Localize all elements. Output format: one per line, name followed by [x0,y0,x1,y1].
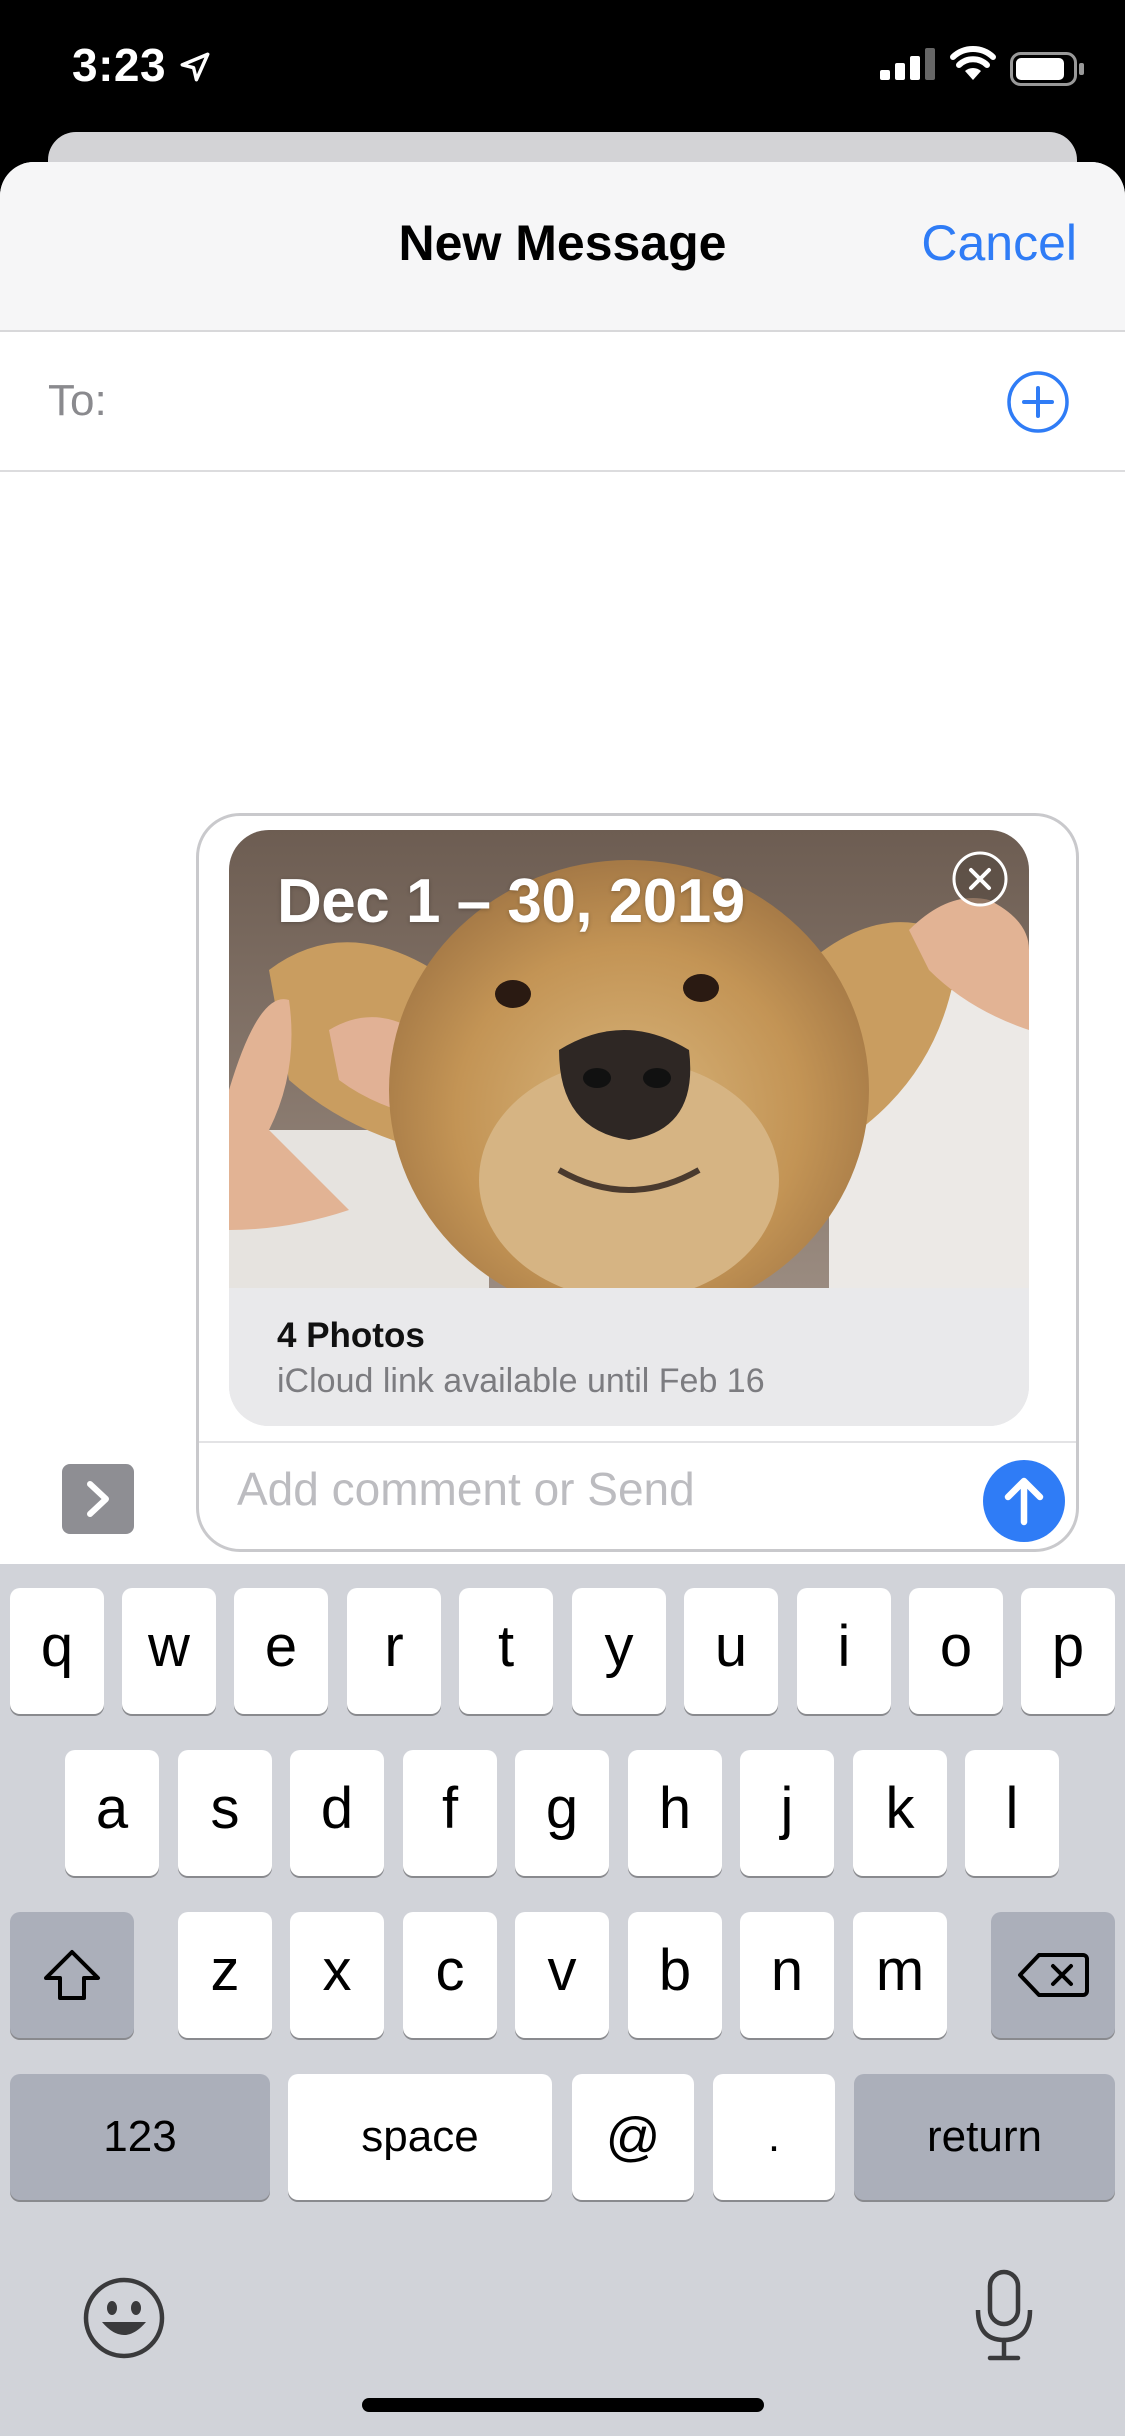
key-x[interactable]: x [290,1912,384,2038]
location-arrow-icon [180,52,210,82]
key-n[interactable]: n [740,1912,834,2038]
close-icon[interactable] [951,850,1009,908]
add-contact-icon[interactable] [1006,370,1070,434]
key-p[interactable]: p [1021,1588,1115,1714]
send-button[interactable] [983,1460,1065,1542]
key-v[interactable]: v [515,1912,609,2038]
numbers-key[interactable]: 123 [10,2074,270,2200]
status-bar: 3:23 [0,0,1125,140]
return-key[interactable]: return [854,2074,1115,2200]
attachment-photo: Dec 1 – 30, 2019 [229,830,1029,1288]
key-f[interactable]: f [403,1750,497,1876]
date-range-title: Dec 1 – 30, 2019 [277,867,745,936]
chevron-right-icon [87,1481,109,1517]
attachment-info: 4 Photos iCloud link available until Feb… [229,1288,1029,1426]
shift-icon [44,1950,100,2000]
key-r[interactable]: r [347,1588,441,1714]
microphone-icon[interactable] [972,2268,1036,2364]
to-label: To: [48,376,107,425]
key-y[interactable]: y [572,1588,666,1714]
key-g[interactable]: g [515,1750,609,1876]
cellular-signal-icon [880,48,935,80]
at-key[interactable]: @ [572,2074,694,2200]
key-c[interactable]: c [403,1912,497,2038]
key-u[interactable]: u [684,1588,778,1714]
wifi-icon [950,46,996,80]
key-w[interactable]: w [122,1588,216,1714]
key-h[interactable]: h [628,1750,722,1876]
key-b[interactable]: b [628,1912,722,2038]
key-q[interactable]: q [10,1588,104,1714]
key-a[interactable]: a [65,1750,159,1876]
composer-divider [199,1441,1076,1443]
battery-icon [1010,52,1084,86]
home-indicator[interactable] [362,2398,764,2412]
key-i[interactable]: i [797,1588,891,1714]
cancel-button[interactable]: Cancel [921,214,1077,272]
key-j[interactable]: j [740,1750,834,1876]
key-k[interactable]: k [853,1750,947,1876]
shift-key[interactable] [10,1912,134,2038]
status-time: 3:23 [72,39,167,91]
emoji-icon[interactable] [82,2276,166,2360]
key-d[interactable]: d [290,1750,384,1876]
navigation-bar: New Message Cancel [0,162,1125,332]
key-e[interactable]: e [234,1588,328,1714]
key-s[interactable]: s [178,1750,272,1876]
key-m[interactable]: m [853,1912,947,2038]
space-key[interactable]: space [288,2074,552,2200]
key-l[interactable]: l [965,1750,1059,1876]
backspace-key[interactable] [991,1912,1115,2038]
key-t[interactable]: t [459,1588,553,1714]
key-z[interactable]: z [178,1912,272,2038]
photo-count: 4 Photos [277,1316,425,1355]
message-composer: Dec 1 – 30, 2019 4 Photos iCloud link av… [196,813,1079,1552]
icloud-link-note: iCloud link available until Feb 16 [277,1362,765,1400]
comment-input[interactable]: Add comment or Send [237,1462,695,1516]
backspace-icon [1018,1953,1089,1997]
key-o[interactable]: o [909,1588,1003,1714]
recipient-field[interactable]: To: [0,332,1125,472]
photo-link-attachment[interactable]: Dec 1 – 30, 2019 4 Photos iCloud link av… [229,830,1029,1426]
keyboard: q w e r t y u i o p a s d f g h j k l z … [0,1564,1125,2436]
app-drawer-toggle[interactable] [62,1464,134,1534]
period-key[interactable]: . [713,2074,835,2200]
